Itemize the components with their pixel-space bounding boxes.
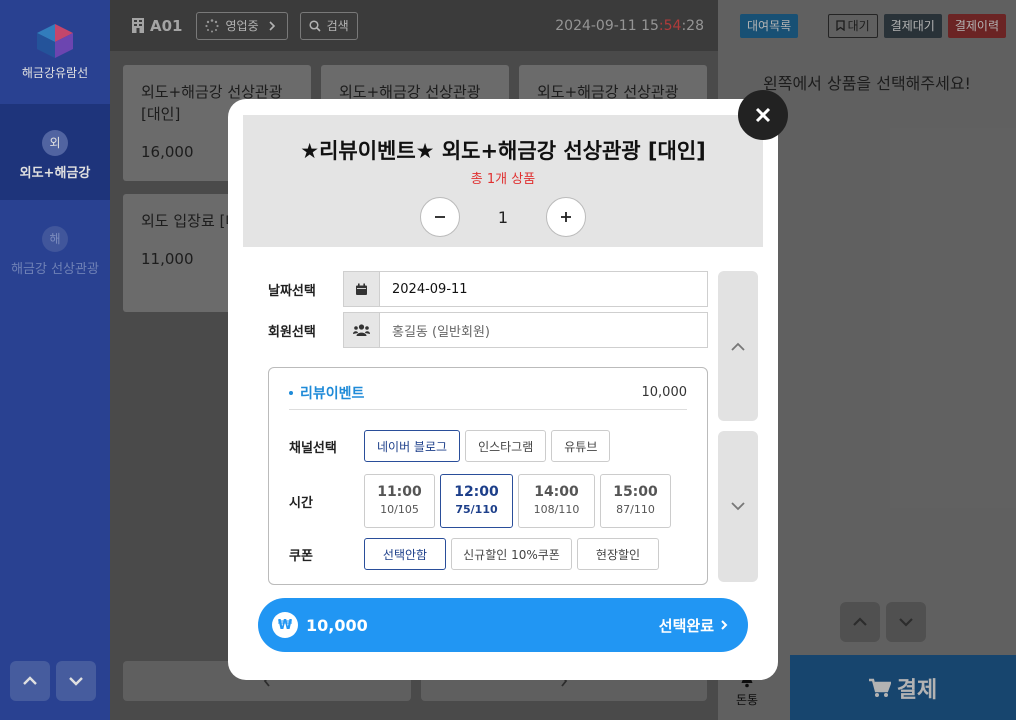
- confirm-selection-button[interactable]: 선택완료: [659, 615, 728, 636]
- coupon-option-onsite[interactable]: 현장할인: [577, 538, 659, 570]
- calendar-icon: [356, 283, 367, 295]
- date-row: 날짜선택 2024-09-11: [268, 271, 708, 307]
- modal-close-button[interactable]: [738, 90, 788, 140]
- channel-options: 네이버 블로그 인스타그램 유튜브: [364, 430, 611, 462]
- modal-item-count: 총 1개 상품: [470, 172, 536, 187]
- member-label: 회원선택: [268, 324, 316, 340]
- option-name: 리뷰이벤트: [289, 383, 364, 403]
- minus-icon: [435, 216, 445, 218]
- option-scroll-up-button[interactable]: [718, 271, 758, 421]
- member-row: 회원선택 홍길동 (일반회원): [268, 312, 708, 348]
- modal-header: ★리뷰이벤트★ 외도+해금강 선상관광 [대인] 총 1개 상품 1: [243, 115, 763, 247]
- quantity-value: 1: [497, 207, 509, 227]
- time-slot-time: 11:00: [377, 484, 422, 500]
- quantity-increase-button[interactable]: [546, 197, 586, 237]
- channel-option-instagram[interactable]: 인스타그램: [465, 430, 547, 462]
- plus-icon: [561, 212, 571, 222]
- time-slot[interactable]: 11:00 10/105: [364, 474, 435, 528]
- close-icon: [755, 107, 771, 123]
- chevron-down-icon: [731, 502, 745, 511]
- product-option-modal: ★리뷰이벤트★ 외도+해금강 선상관광 [대인] 총 1개 상품 1 날짜선택 …: [228, 99, 778, 680]
- time-slot-capacity: 10/105: [380, 503, 419, 516]
- date-value: 2024-09-11: [392, 281, 468, 297]
- time-row: 시간 11:00 10/105 12:00 75/110 14:00 108/1…: [289, 474, 671, 528]
- channel-label: 채널선택: [289, 440, 337, 456]
- member-field[interactable]: 홍길동 (일반회원): [343, 312, 708, 348]
- calendar-icon-box: [344, 272, 380, 306]
- coupon-options: 선택안함 신규할인 10%쿠폰 현장할인: [364, 538, 659, 570]
- time-slot[interactable]: 15:00 87/110: [600, 474, 671, 528]
- time-slot[interactable]: 14:00 108/110: [518, 474, 595, 528]
- confirm-selection-bar[interactable]: ₩ 10,000 선택완료: [258, 598, 748, 652]
- modal-title: ★리뷰이벤트★ 외도+해금강 선상관광 [대인]: [300, 139, 706, 163]
- time-options: 11:00 10/105 12:00 75/110 14:00 108/110 …: [364, 474, 671, 528]
- time-slot-time: 15:00: [613, 484, 658, 500]
- total-price: 10,000: [306, 615, 368, 635]
- won-icon: ₩: [272, 612, 298, 638]
- users-icon: [353, 324, 370, 336]
- option-header: 리뷰이벤트 10,000: [289, 368, 687, 410]
- channel-option-youtube[interactable]: 유튜브: [551, 430, 611, 462]
- quantity-decrease-button[interactable]: [420, 197, 460, 237]
- bullet-icon: [289, 390, 293, 395]
- confirm-label: 선택완료: [658, 616, 714, 635]
- time-slot-time: 12:00: [454, 484, 499, 500]
- quantity-stepper: 1: [243, 197, 763, 237]
- option-group: 리뷰이벤트 10,000 채널선택 네이버 블로그 인스타그램 유튜브 시간 1…: [268, 367, 708, 585]
- time-slot-capacity: 87/110: [616, 503, 655, 516]
- date-field[interactable]: 2024-09-11: [343, 271, 708, 307]
- time-slot-capacity: 75/110: [455, 503, 498, 516]
- coupon-label: 쿠폰: [289, 548, 313, 564]
- time-slot-time: 14:00: [534, 484, 579, 500]
- member-value: 홍길동 (일반회원): [392, 324, 490, 340]
- date-label: 날짜선택: [268, 283, 316, 299]
- coupon-option-none[interactable]: 선택안함: [364, 538, 446, 570]
- time-label: 시간: [289, 495, 313, 511]
- time-slot[interactable]: 12:00 75/110: [440, 474, 513, 528]
- users-icon-box: [344, 313, 380, 347]
- chevron-right-icon: [721, 620, 728, 630]
- chevron-up-icon: [731, 342, 745, 351]
- channel-option-naver-blog[interactable]: 네이버 블로그: [364, 430, 461, 462]
- coupon-option-new-10[interactable]: 신규할인 10%쿠폰: [451, 538, 572, 570]
- channel-row: 채널선택 네이버 블로그 인스타그램 유튜브: [289, 430, 611, 462]
- time-slot-capacity: 108/110: [533, 503, 580, 516]
- option-name-text: 리뷰이벤트: [300, 385, 365, 402]
- coupon-row: 쿠폰 선택안함 신규할인 10%쿠폰 현장할인: [289, 538, 659, 570]
- option-scroll-down-button[interactable]: [718, 431, 758, 582]
- option-price: 10,000: [641, 385, 688, 400]
